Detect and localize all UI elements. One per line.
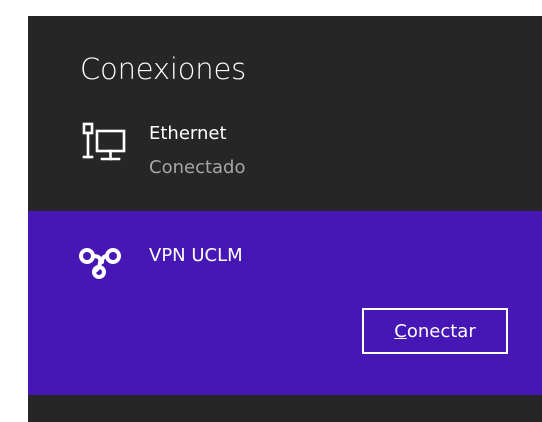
wired-network-icon xyxy=(82,122,126,161)
vpn-icon xyxy=(79,248,121,279)
network-item-ethernet[interactable]: Ethernet Conectado xyxy=(28,115,542,203)
ethernet-status: Conectado xyxy=(149,157,246,178)
network-item-vpn[interactable]: VPN UCLM Conectar xyxy=(28,211,542,395)
ethernet-name: Ethernet xyxy=(149,123,227,144)
network-flyout: Conexiones Ethernet Conectado VPN UCLM C… xyxy=(28,16,542,422)
flyout-title: Conexiones xyxy=(80,52,246,86)
flyout-footer xyxy=(28,395,542,422)
connect-button[interactable]: Conectar xyxy=(362,308,508,354)
connect-button-accelerator: C xyxy=(394,320,407,342)
vpn-name: VPN UCLM xyxy=(149,245,243,266)
connect-button-label: onectar xyxy=(406,320,476,342)
